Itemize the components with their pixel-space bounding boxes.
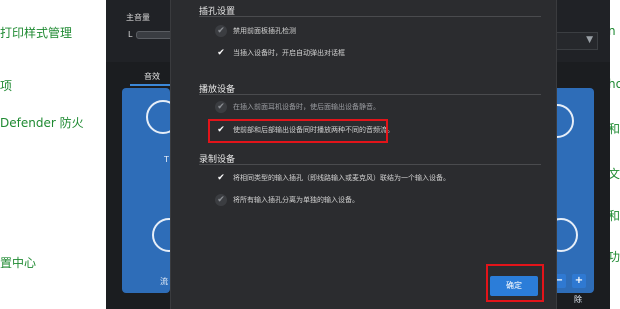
tile-label-3: 除 <box>574 295 582 304</box>
option-auto-popup[interactable]: ✔ 当插入设备时，开启自动弹出对话框 <box>215 46 345 60</box>
option-separate-input-jacks[interactable]: ✔ 将所有输入插孔分离为单独的输入设备。 <box>215 193 359 207</box>
section-divider <box>199 94 541 95</box>
check-icon[interactable]: ✔ <box>215 101 227 113</box>
left-link-print-style[interactable]: 打印样式管理 <box>0 24 72 41</box>
option-label: 禁用前面板插孔检测 <box>233 27 296 35</box>
section-divider <box>199 16 541 17</box>
option-label: 在插入前面耳机设备时，使后面输出设备静音。 <box>233 103 380 111</box>
option-tie-input-jacks[interactable]: ✔ 将相同类型的输入插孔（即线路输入或麦克风）联结为一个输入设备。 <box>215 171 450 185</box>
check-icon[interactable]: ✔ <box>215 172 227 184</box>
left-link-center[interactable]: 置中心 <box>0 254 36 271</box>
master-volume-label: 主音量 <box>126 13 150 22</box>
plus-button[interactable]: + <box>572 274 586 288</box>
jack-settings-dialog: 插孔设置 ✔ 禁用前面板插孔检测 ✔ 当插入设备时，开启自动弹出对话框 播放设备… <box>170 0 557 309</box>
highlight-box-two-streams <box>208 119 388 143</box>
tile-label-2: 流 <box>160 277 168 286</box>
section-divider <box>199 164 541 165</box>
check-icon[interactable]: ✔ <box>215 194 227 206</box>
tile-label-1: T <box>164 155 169 164</box>
left-link-defender[interactable]: Defender 防火 <box>0 114 84 131</box>
ok-button[interactable]: 确定 <box>490 276 538 296</box>
check-icon[interactable]: ✔ <box>215 47 227 59</box>
left-link-item[interactable]: 项 <box>0 77 12 94</box>
option-label: 将所有输入插孔分离为单独的输入设备。 <box>233 196 359 204</box>
option-label: 将相同类型的输入插孔（即线路输入或麦克风）联结为一个输入设备。 <box>233 174 450 182</box>
left-channel-label: L <box>128 30 133 39</box>
option-disable-front-jack-detect[interactable]: ✔ 禁用前面板插孔检测 <box>215 24 296 38</box>
tab-sound-effects[interactable]: 音效 <box>130 70 174 86</box>
chevron-down-icon: ▼ <box>586 35 593 45</box>
check-icon[interactable]: ✔ <box>215 25 227 37</box>
option-mute-rear-on-headphone[interactable]: ✔ 在插入前面耳机设备时，使后面输出设备静音。 <box>215 100 380 114</box>
option-label: 当插入设备时，开启自动弹出对话框 <box>233 49 345 57</box>
